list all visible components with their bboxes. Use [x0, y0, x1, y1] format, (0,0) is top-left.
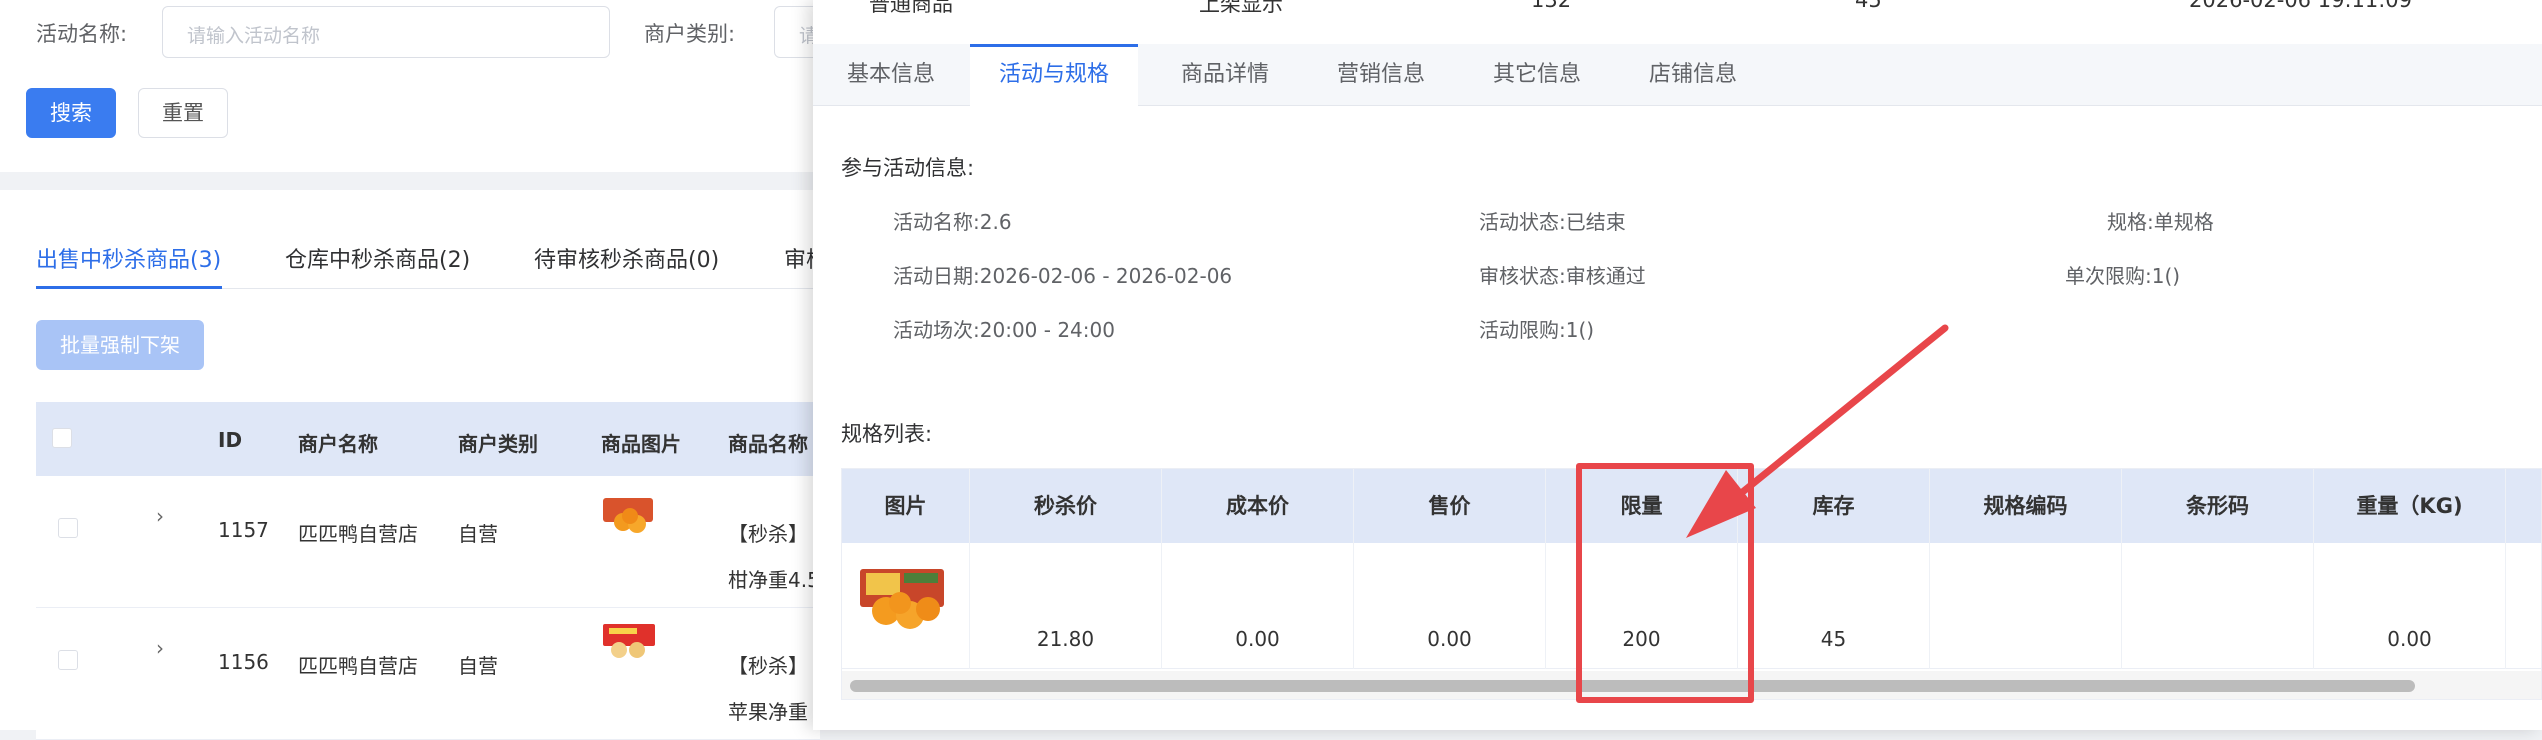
- tab-activity-spec[interactable]: 活动与规格: [970, 44, 1138, 106]
- tab-shop-info[interactable]: 店铺信息: [1649, 44, 1737, 106]
- drawer-tabs: 基本信息 活动与规格 商品详情 营销信息 其它信息 店铺信息: [813, 44, 2542, 106]
- tab-basic-info[interactable]: 基本信息: [847, 44, 935, 106]
- table-row[interactable]: › 1156 匹匹鸭自营店 自营 【秒杀】 苹果净重: [36, 608, 820, 740]
- col-flash-price: 秒杀价: [970, 469, 1162, 543]
- spec-stock: 45: [1738, 543, 1930, 669]
- col-product-name: 商品名称: [728, 432, 808, 456]
- tab-other-info[interactable]: 其它信息: [1493, 44, 1581, 106]
- product-thumbnail: [603, 624, 655, 658]
- col-merchant-type: 商户类别: [458, 432, 538, 456]
- merchant-type-label: 商户类别:: [644, 22, 736, 46]
- spec-weight: 0.00: [2314, 543, 2506, 669]
- spec-image-cell: [842, 543, 970, 669]
- col-cost-price: 成本价: [1162, 469, 1354, 543]
- col-barcode: 条形码: [2122, 469, 2314, 543]
- col-extra: [2506, 469, 2541, 543]
- spec-sale-price: 0.00: [1354, 543, 1546, 669]
- sales-value: 132: [1531, 0, 1572, 12]
- row-merchant: 匹匹鸭自营店: [298, 522, 418, 546]
- col-image: 图片: [842, 469, 970, 543]
- activity-date-info: 活动日期:2026-02-06 - 2026-02-06: [893, 264, 1233, 288]
- spec-cost-price: 0.00: [1162, 543, 1354, 669]
- row-name-line1: 【秒杀】: [728, 522, 808, 546]
- row-type: 自营: [458, 522, 498, 546]
- col-spec-code: 规格编码: [1930, 469, 2122, 543]
- batch-takedown-button[interactable]: 批量强制下架: [36, 320, 204, 370]
- tab-product-detail[interactable]: 商品详情: [1181, 44, 1269, 106]
- col-stock: 库存: [1738, 469, 1930, 543]
- created-time-value: 2026-02-06 19:11:09: [2189, 0, 2413, 12]
- row-merchant: 匹匹鸭自营店: [298, 654, 418, 678]
- select-all-checkbox[interactable]: [52, 428, 72, 448]
- table-header: ID 商户名称 商户类别 商品图片 商品名称: [36, 402, 820, 476]
- reset-button[interactable]: 重置: [138, 88, 228, 138]
- annotation-highlight-box: [1576, 463, 1754, 703]
- single-limit-info: 单次限购:1(): [2065, 264, 2181, 288]
- col-weight: 重量（KG): [2314, 469, 2506, 543]
- col-sale-price: 售价: [1354, 469, 1546, 543]
- tab-on-sale[interactable]: 出售中秒杀商品(3): [36, 242, 221, 274]
- active-tab-indicator: [36, 286, 222, 289]
- spec-section-title: 规格列表:: [841, 422, 933, 446]
- activity-name-info: 活动名称:2.6: [893, 210, 1012, 234]
- row-id: 1156: [218, 650, 269, 674]
- product-type-value: 普通商品: [869, 0, 953, 16]
- activity-name-label: 活动名称:: [36, 22, 128, 46]
- tab-warehouse[interactable]: 仓库中秒杀商品(2): [285, 242, 470, 274]
- tab-marketing-info[interactable]: 营销信息: [1337, 44, 1425, 106]
- activity-limit-info: 活动限购:1(): [1479, 318, 1595, 342]
- tab-pending-review[interactable]: 待审核秒杀商品(0): [534, 242, 719, 274]
- audit-status-info: 审核状态:审核通过: [1479, 264, 1646, 288]
- activity-name-input[interactable]: 请输入活动名称: [162, 6, 610, 58]
- search-button[interactable]: 搜索: [26, 88, 116, 138]
- col-product-image: 商品图片: [601, 432, 681, 456]
- col-merchant-name: 商户名称: [298, 432, 378, 456]
- col-id: ID: [218, 428, 243, 452]
- row-name-line2: 苹果净重: [728, 700, 808, 724]
- table-row[interactable]: › 1157 匹匹鸭自营店 自营 【秒杀】 柑净重4.5: [36, 476, 820, 608]
- expand-chevron-icon[interactable]: ›: [156, 504, 164, 528]
- row-name-line1: 【秒杀】: [728, 654, 808, 678]
- filter-panel: 活动名称: 请输入活动名称 商户类别: 请 搜索 重置: [0, 0, 834, 172]
- stock-value: 45: [1855, 0, 1882, 12]
- spec-barcode: [2122, 543, 2314, 669]
- expand-chevron-icon[interactable]: ›: [156, 636, 164, 660]
- row-type: 自营: [458, 654, 498, 678]
- drawer-header-row: 普通商品 上架显示 132 45 2026-02-06 19:11:09: [813, 0, 2542, 40]
- activity-status-info: 活动状态:已结束: [1479, 210, 1626, 234]
- row-id: 1157: [218, 518, 269, 542]
- activity-section-title: 参与活动信息:: [841, 156, 975, 180]
- spec-flash-price: 21.80: [970, 543, 1162, 669]
- display-status-value: 上架显示: [1199, 0, 1283, 16]
- product-thumbnail: [603, 498, 653, 533]
- spec-code: [1930, 543, 2122, 669]
- product-list-card: 出售中秒杀商品(3) 仓库中秒杀商品(2) 待审核秒杀商品(0) 审核 批量强制…: [0, 190, 828, 740]
- row-name-line2: 柑净重4.5: [728, 568, 820, 592]
- background-page: 活动名称: 请输入活动名称 商户类别: 请 搜索 重置 出售中秒杀商品(3) 仓…: [0, 0, 834, 740]
- row-checkbox[interactable]: [58, 650, 78, 670]
- activity-session-info: 活动场次:20:00 - 24:00: [893, 318, 1115, 342]
- spec-product-image[interactable]: [856, 563, 952, 635]
- row-checkbox[interactable]: [58, 518, 78, 538]
- spec-info: 规格:单规格: [2107, 210, 2214, 234]
